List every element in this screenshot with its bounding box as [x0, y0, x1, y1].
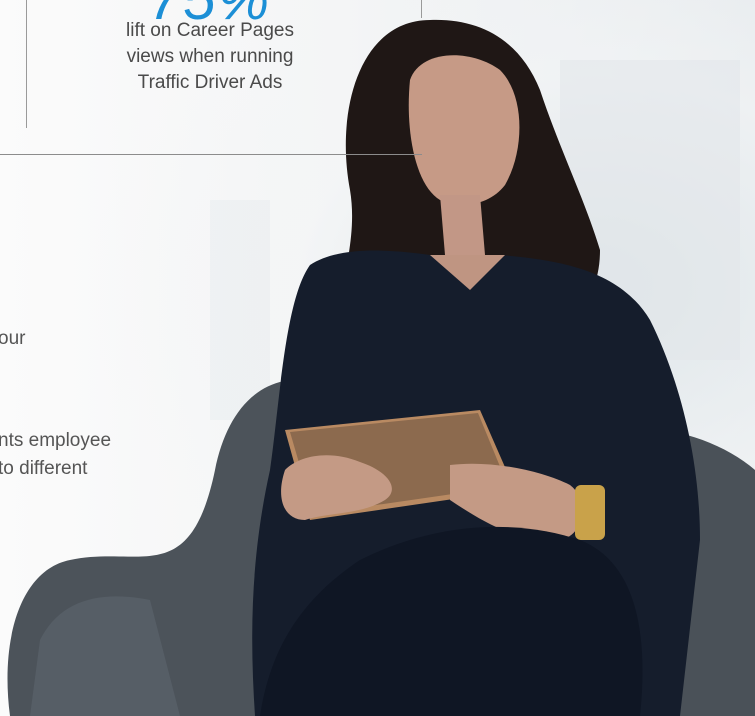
body-text-line-2: nts employee	[0, 430, 112, 451]
stat-caption-line-3: Traffic Driver Ads	[137, 72, 283, 93]
body-text-line-3: to different	[0, 458, 88, 479]
stat-caption: lift on Career Pages views when running …	[100, 18, 320, 96]
hero-scene: 75% lift on Career Pages views when runn…	[0, 0, 755, 716]
body-text-line-1: our	[0, 328, 26, 349]
card-left-divider	[26, 0, 27, 128]
stat-callout-card: 75% lift on Career Pages views when runn…	[0, 0, 422, 155]
card-right-divider	[421, 0, 422, 18]
stat-caption-line-2: views when running	[126, 46, 294, 67]
stat-caption-line-1: lift on Career Pages	[126, 20, 294, 41]
